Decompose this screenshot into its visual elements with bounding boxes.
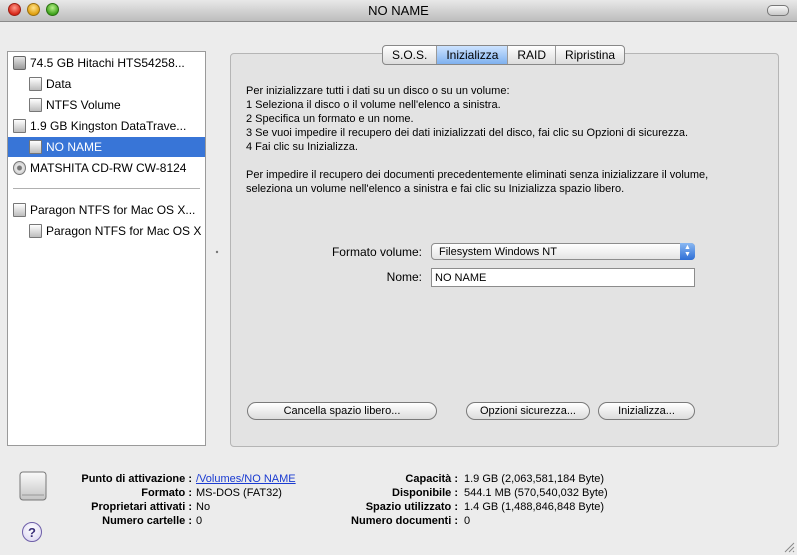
- capacity-label: Capacità :: [405, 473, 458, 485]
- free-space-instruction-line: Per impedire il recupero dei documenti p…: [246, 169, 709, 181]
- tab-first-aid[interactable]: S.O.S.: [383, 46, 438, 64]
- sidebar-item-label: NO NAME: [46, 140, 103, 154]
- volume-icon: [29, 77, 42, 91]
- mounted-image-icon: [29, 224, 42, 238]
- sidebar-item-label: NTFS Volume: [46, 98, 121, 112]
- instruction-line: 4 Fai clic su Inizializza.: [246, 141, 358, 153]
- owners-label: Proprietari attivati :: [91, 501, 192, 513]
- tab-restore[interactable]: Ripristina: [556, 46, 624, 64]
- name-label: Nome:: [386, 270, 422, 284]
- toolbar-toggle-button[interactable]: [767, 5, 789, 16]
- window-title: NO NAME: [368, 3, 429, 18]
- tab-erase[interactable]: Inizializza: [437, 46, 509, 64]
- erase-instructions: Per inizializzare tutti i dati su un dis…: [246, 84, 766, 196]
- sidebar-item-hitachi-disk[interactable]: 74.5 GB Hitachi HTS54258...: [8, 53, 205, 73]
- mount-point-value[interactable]: /Volumes/NO NAME: [196, 472, 296, 486]
- instruction-line: Per inizializzare tutti i dati su un dis…: [246, 85, 510, 97]
- folder-count-label: Numero cartelle :: [102, 515, 192, 527]
- mount-point-label: Punto di attivazione :: [81, 473, 192, 485]
- sidebar-item-paragon-volume[interactable]: Paragon NTFS for Mac OS X: [8, 221, 205, 241]
- resize-grip-icon[interactable]: [784, 542, 795, 553]
- splitter-dot-icon: [215, 250, 219, 254]
- format-select-value: Filesystem Windows NT: [439, 246, 557, 258]
- sidebar-item-paragon-image[interactable]: Paragon NTFS for Mac OS X...: [8, 200, 205, 220]
- used-space-value: 1.4 GB (1,488,846,848 Byte): [464, 501, 605, 513]
- capacity-value: 1.9 GB (2,063,581,184 Byte): [464, 473, 605, 485]
- sidebar-item-cd-drive[interactable]: MATSHITA CD-RW CW-8124: [8, 158, 205, 178]
- volume-icon: [29, 140, 42, 154]
- sidebar-item-label: 1.9 GB Kingston DataTrave...: [30, 119, 187, 133]
- mount-point-link[interactable]: /Volumes/NO NAME: [196, 473, 296, 485]
- instruction-line: 1 Seleziona il disco o il volume nell'el…: [246, 99, 501, 111]
- cd-drive-icon: [13, 161, 26, 175]
- help-button[interactable]: ?: [22, 522, 42, 542]
- document-count-value: 0: [464, 515, 471, 527]
- sidebar-item-label: MATSHITA CD-RW CW-8124: [30, 161, 187, 175]
- security-options-button[interactable]: Opzioni sicurezza...: [466, 402, 590, 420]
- sidebar-item-data-volume[interactable]: Data: [8, 74, 205, 94]
- sidebar-item-label: Data: [46, 77, 72, 91]
- updown-arrows-icon: ▲ ▼: [680, 243, 695, 260]
- disk-image-icon: [13, 203, 26, 217]
- erase-button[interactable]: Inizializza...: [598, 402, 695, 420]
- hard-disk-icon: [13, 56, 26, 70]
- free-space-instruction-line: seleziona un volume nell'elenco a sinist…: [246, 183, 625, 195]
- instruction-line: 2 Specifica un formato e un nome.: [246, 113, 414, 125]
- owners-value: No: [196, 501, 211, 513]
- tab-raid[interactable]: RAID: [508, 46, 557, 64]
- folder-count-value: 0: [196, 515, 203, 527]
- sidebar-item-kingston-disk[interactable]: 1.9 GB Kingston DataTrave...: [8, 116, 205, 136]
- sidebar-item-no-name[interactable]: NO NAME: [8, 137, 205, 157]
- sidebar-item-label: Paragon NTFS for Mac OS X: [46, 224, 202, 238]
- erase-free-space-button[interactable]: Cancella spazio libero...: [247, 402, 437, 420]
- sidebar-item-ntfs-volume[interactable]: NTFS Volume: [8, 95, 205, 115]
- tab-bar: S.O.S. Inizializza RAID Ripristina: [382, 45, 626, 65]
- disk-list[interactable]: 74.5 GB Hitachi HTS54258... Data NTFS Vo…: [7, 51, 206, 446]
- format-select[interactable]: Filesystem Windows NT ▲ ▼: [431, 243, 695, 260]
- volume-icon: [29, 98, 42, 112]
- format-info-value: MS-DOS (FAT32): [196, 487, 282, 499]
- sidebar-item-label: Paragon NTFS for Mac OS X...: [30, 203, 196, 217]
- document-count-label: Numero documenti :: [351, 515, 458, 527]
- available-value: 544.1 MB (570,540,032 Byte): [464, 487, 608, 499]
- split-view-handle[interactable]: [215, 246, 219, 254]
- name-field[interactable]: NO NAME: [431, 268, 695, 287]
- available-label: Disponibile :: [392, 487, 458, 499]
- format-label: Formato volume:: [331, 245, 422, 259]
- sidebar-item-label: 74.5 GB Hitachi HTS54258...: [30, 56, 185, 70]
- format-info-label: Formato :: [141, 487, 192, 499]
- usb-disk-icon: [13, 119, 26, 133]
- used-space-label: Spazio utilizzato :: [365, 501, 458, 513]
- instruction-line: 3 Se vuoi impedire il recupero dei dati …: [246, 127, 689, 139]
- title-bar: NO NAME: [0, 0, 797, 22]
- sidebar-separator: [13, 188, 200, 189]
